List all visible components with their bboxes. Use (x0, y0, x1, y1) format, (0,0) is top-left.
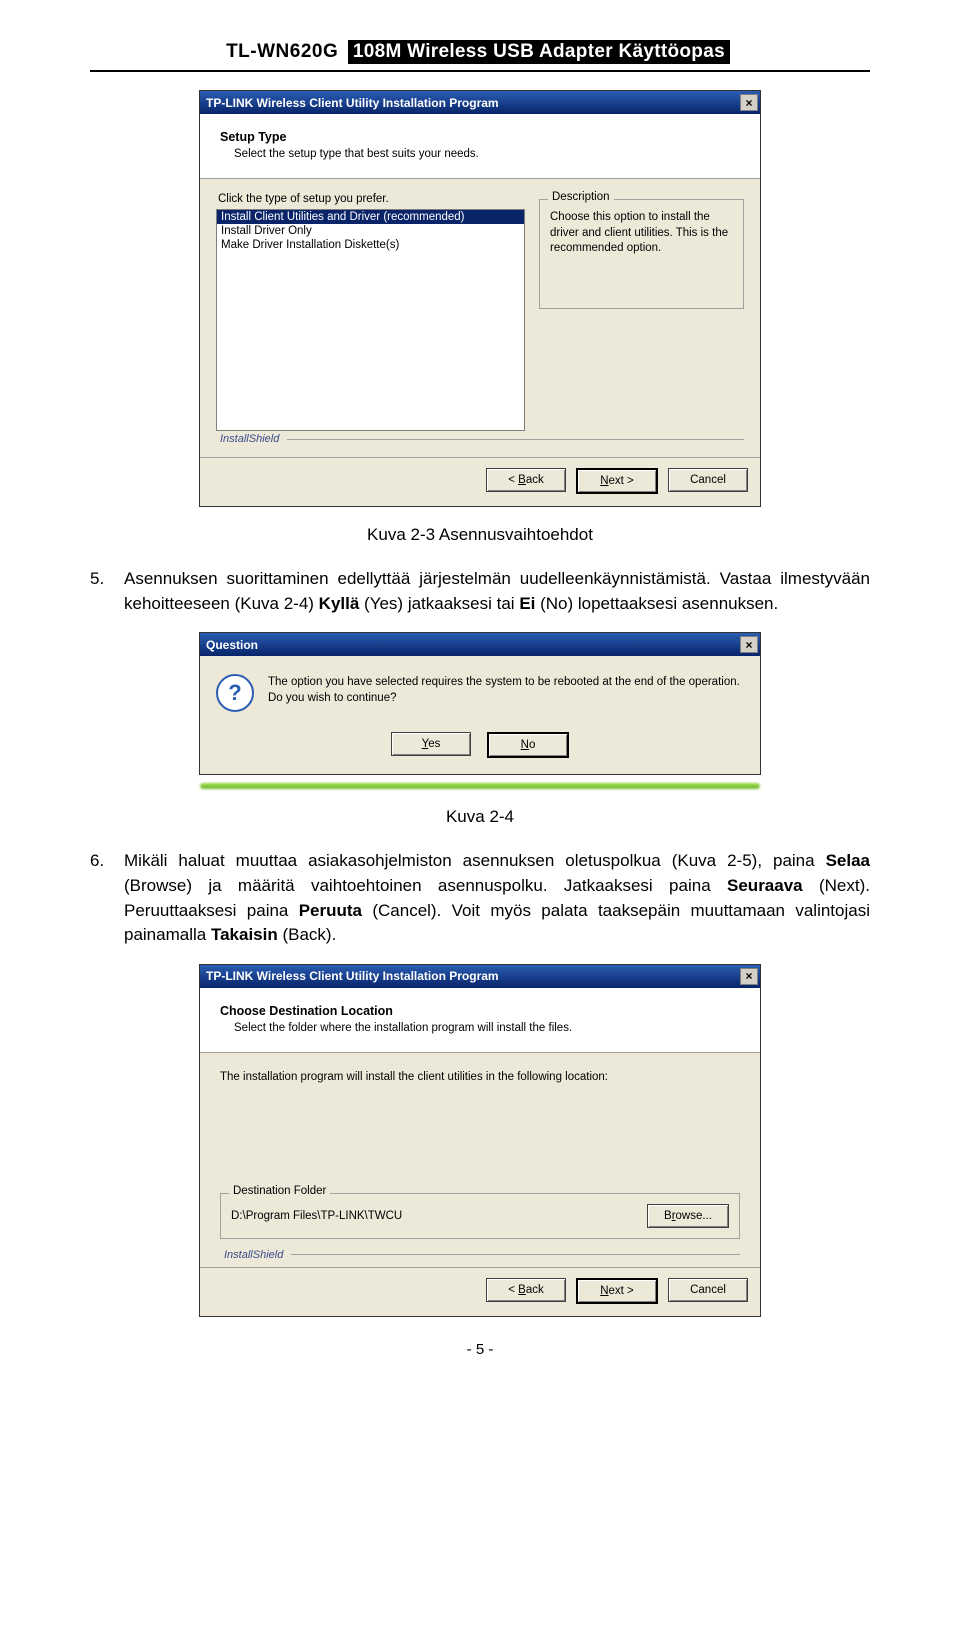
figure-caption: Kuva 2-3 Asennusvaihtoehdot (90, 525, 870, 545)
dialog-title: TP-LINK Wireless Client Utility Installa… (206, 96, 499, 110)
dialog-titlebar: TP-LINK Wireless Client Utility Installa… (200, 965, 760, 988)
description-text: Choose this option to install the driver… (550, 210, 733, 257)
list-item[interactable]: Install Driver Only (217, 224, 524, 238)
figure-caption: Kuva 2-4 (90, 807, 870, 827)
destination-folder-path: D:\Program Files\TP-LINK\TWCU (231, 1210, 402, 1222)
dialog-subheading: Select the setup type that best suits yo… (234, 148, 740, 160)
list-text: Mikäli haluat muuttaa asiakasohjelmiston… (124, 849, 870, 948)
close-icon[interactable]: × (740, 636, 758, 653)
dialog-heading: Setup Type (220, 130, 740, 144)
list-item[interactable]: Install Client Utilities and Driver (rec… (217, 210, 524, 224)
description-group: Description Choose this option to instal… (539, 199, 744, 309)
installshield-label: InstallShield (216, 431, 744, 445)
decorative-strip (200, 783, 760, 789)
dialog-header-panel: Setup Type Select the setup type that be… (200, 114, 760, 179)
yes-button[interactable]: Yes (391, 732, 471, 756)
doc-model: TL-WN620G (226, 41, 338, 62)
page-number: - 5 - (90, 1341, 870, 1358)
next-button[interactable]: Next > (576, 468, 658, 494)
question-dialog: Question × The option you have selected … (199, 632, 761, 775)
next-button[interactable]: Next > (576, 1278, 658, 1304)
dialog-title: TP-LINK Wireless Client Utility Installa… (206, 969, 499, 983)
list-item[interactable]: Make Driver Installation Diskette(s) (217, 238, 524, 252)
list-label: Click the type of setup you prefer. (218, 193, 525, 205)
destination-folder-label: Destination Folder (229, 1185, 330, 1197)
list-number: 5. (90, 567, 124, 616)
description-label: Description (548, 191, 614, 203)
dialog-title: Question (206, 638, 258, 652)
doc-title-box: 108M Wireless USB Adapter Käyttöopas (348, 40, 730, 64)
dialog-subheading: Select the folder where the installation… (234, 1022, 740, 1034)
no-button[interactable]: No (487, 732, 569, 758)
dialog-titlebar: TP-LINK Wireless Client Utility Installa… (200, 91, 760, 114)
destination-folder-group: Destination Folder D:\Program Files\TP-L… (220, 1193, 740, 1239)
doc-header: TL-WN620G 108M Wireless USB Adapter Käyt… (90, 40, 870, 64)
question-icon (216, 674, 254, 712)
browse-button[interactable]: Browse... (647, 1204, 729, 1228)
destination-dialog: TP-LINK Wireless Client Utility Installa… (199, 964, 761, 1317)
dialog-heading: Choose Destination Location (220, 1004, 740, 1018)
dialog-header-panel: Choose Destination Location Select the f… (200, 988, 760, 1053)
list-item-6: 6. Mikäli haluat muuttaa asiakasohjelmis… (90, 849, 870, 948)
header-rule (90, 70, 870, 72)
back-button[interactable]: < Back (486, 1278, 566, 1302)
cancel-button[interactable]: Cancel (668, 468, 748, 492)
back-button[interactable]: < Back (486, 468, 566, 492)
question-text: The option you have selected requires th… (268, 674, 744, 712)
close-icon[interactable]: × (740, 94, 758, 111)
dest-body-text: The installation program will install th… (220, 1071, 740, 1083)
list-text: Asennuksen suorittaminen edellyttää järj… (124, 567, 870, 616)
setup-type-dialog: TP-LINK Wireless Client Utility Installa… (199, 90, 761, 507)
list-number: 6. (90, 849, 124, 948)
cancel-button[interactable]: Cancel (668, 1278, 748, 1302)
setup-type-list[interactable]: Install Client Utilities and Driver (rec… (216, 209, 525, 431)
dialog-titlebar: Question × (200, 633, 760, 656)
close-icon[interactable]: × (740, 968, 758, 985)
installshield-label: InstallShield (220, 1247, 740, 1261)
list-item-5: 5. Asennuksen suorittaminen edellyttää j… (90, 567, 870, 616)
